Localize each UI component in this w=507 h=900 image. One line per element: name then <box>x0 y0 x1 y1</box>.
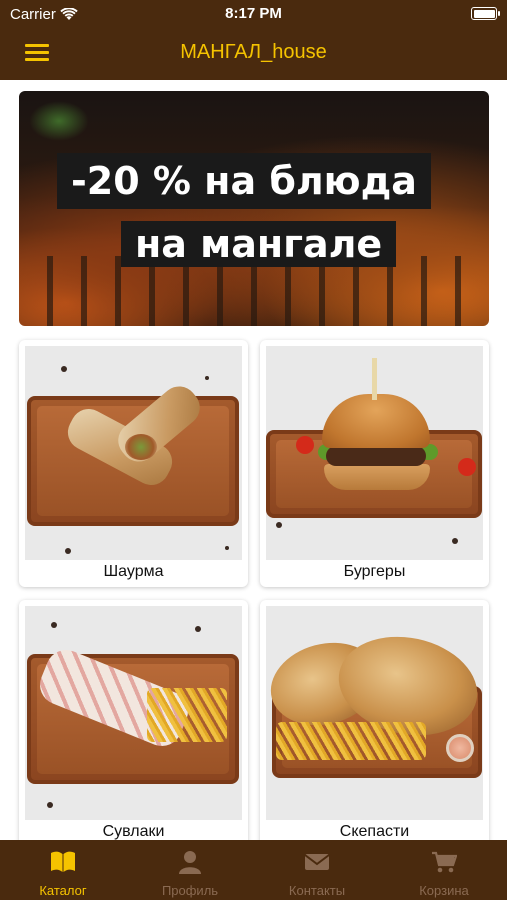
tab-label: Корзина <box>419 883 469 898</box>
category-label: Бургеры <box>343 563 406 580</box>
envelope-icon <box>304 854 330 870</box>
status-bar: Carrier 8:17 PM <box>0 0 507 28</box>
category-label: Скепасти <box>339 823 410 840</box>
shawarma-image <box>25 346 242 560</box>
category-label: Сувлаки <box>102 823 165 840</box>
navigation-bar: МАНГАЛ_house <box>0 28 507 80</box>
cart-icon <box>432 851 457 873</box>
promo-text-line-2: на мангале <box>121 221 397 267</box>
category-card-burgers[interactable]: Бургеры <box>260 340 489 587</box>
tab-label: Каталог <box>39 883 87 898</box>
category-label: Шаурма <box>103 563 164 580</box>
tab-bar: Каталог Профиль Контакты Корзина <box>0 840 507 900</box>
category-card-souvlaki[interactable]: Сувлаки <box>19 600 248 847</box>
tab-cart[interactable]: Корзина <box>381 840 507 900</box>
skepasti-image <box>266 606 483 820</box>
battery-icon <box>471 7 500 20</box>
category-card-skepasti[interactable]: Скепасти <box>260 600 489 847</box>
page-title: МАНГАЛ_house <box>180 41 327 63</box>
tab-label: Контакты <box>288 883 346 898</box>
category-card-shawarma[interactable]: Шаурма <box>19 340 248 587</box>
top-bar: Carrier 8:17 PM МАНГАЛ_house <box>0 0 507 80</box>
person-icon <box>179 851 201 874</box>
status-time: 8:17 PM <box>225 5 282 22</box>
tab-contacts[interactable]: Контакты <box>254 840 380 900</box>
souvlaki-image <box>25 606 242 820</box>
tab-label: Профиль <box>161 883 219 898</box>
tab-catalog[interactable]: Каталог <box>0 840 126 900</box>
book-icon <box>51 851 75 872</box>
promo-banner[interactable]: -20 % на блюда на мангале <box>19 91 489 326</box>
promo-text-line-1: -20 % на блюда <box>57 153 431 209</box>
tab-profile[interactable]: Профиль <box>127 840 253 900</box>
burger-image <box>266 346 483 560</box>
